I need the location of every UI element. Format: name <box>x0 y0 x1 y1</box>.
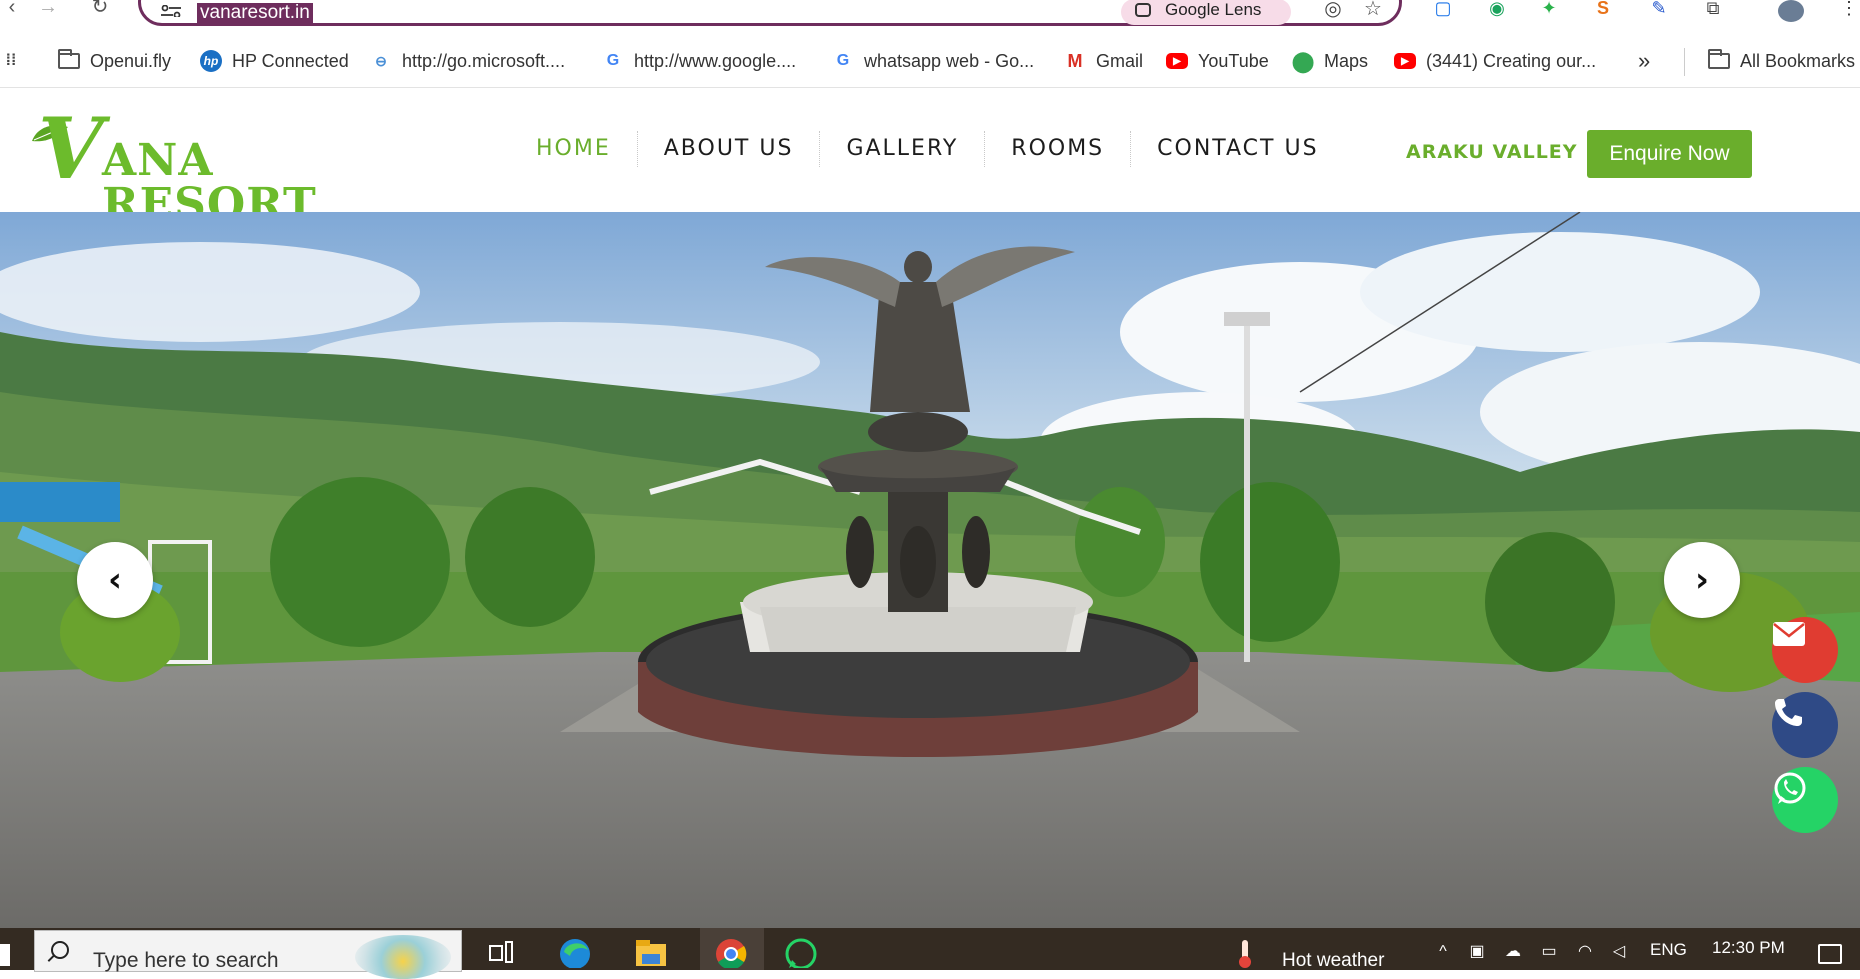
slider-prev-button[interactable]: ‹ <box>77 542 153 618</box>
windows-taskbar: Type here to search Hot weather ^ ▣ ☁ ▭ … <box>0 928 1860 979</box>
bookmark-label: Maps <box>1324 50 1369 71</box>
folder-icon <box>1708 49 1730 72</box>
chevron-up-icon[interactable]: ^ <box>1432 944 1454 962</box>
nav-contact-us[interactable]: CONTACT US <box>1131 131 1344 167</box>
back-icon[interactable]: ‹ <box>0 0 24 24</box>
whatsapp-float-button[interactable] <box>1772 767 1838 833</box>
all-bookmarks-button[interactable]: All Bookmarks <box>1708 48 1855 74</box>
bookmark-label: http://go.microsoft.... <box>402 50 566 71</box>
star-bookmark-icon[interactable]: ☆ <box>1361 0 1385 21</box>
edge-browser-icon[interactable] <box>556 934 594 968</box>
whatsapp-icon <box>1774 772 1806 804</box>
battery-icon[interactable]: ▭ <box>1538 944 1560 962</box>
youtube-icon: ▶ <box>1394 53 1416 69</box>
bookmark-label: Openui.fly <box>90 50 172 71</box>
nav-rooms[interactable]: ROOMS <box>985 131 1130 167</box>
bookmark-creating-our[interactable]: ▶ (3441) Creating our... <box>1394 48 1596 74</box>
extension-leaf-icon[interactable]: ✦ <box>1536 0 1562 22</box>
envelope-icon <box>1773 622 1805 646</box>
chevron-double-right-icon: » <box>1638 48 1651 73</box>
search-icon <box>51 941 69 959</box>
bookmarks-divider <box>1684 48 1685 76</box>
google-icon: G <box>836 52 850 69</box>
bookmark-whatsapp-web[interactable]: G whatsapp web - Go... <box>832 48 1034 74</box>
phone-float-button[interactable] <box>1772 692 1838 758</box>
logo-initial: V <box>38 99 104 198</box>
bookmark-label: http://www.google.... <box>634 50 797 71</box>
nav-home[interactable]: HOME <box>510 131 637 167</box>
volume-icon[interactable]: ◁ <box>1608 944 1630 962</box>
extension-sq-icon[interactable]: S <box>1590 0 1616 22</box>
hero-image <box>0 212 1860 928</box>
lens-icon <box>1135 3 1151 17</box>
profile-avatar-icon[interactable] <box>1778 0 1804 22</box>
email-float-button[interactable] <box>1772 617 1838 683</box>
bookmarks-overflow-button[interactable]: » <box>1638 48 1650 74</box>
bookmark-label: YouTube <box>1198 50 1269 71</box>
bookmark-youtube[interactable]: ▶ YouTube <box>1166 48 1269 74</box>
hp-icon: hp <box>200 50 222 72</box>
chrome-browser-icon[interactable] <box>712 934 750 968</box>
language-indicator[interactable]: ENG <box>1650 940 1687 960</box>
bookmark-hp-connected[interactable]: hp HP Connected <box>200 48 349 74</box>
browser-toolbar: ‹ → ↻ vanaresort.in Google Lens ◎ ☆ ▢ ◉ … <box>0 0 1860 36</box>
extensions-puzzle-icon[interactable]: ⧉ <box>1700 0 1726 22</box>
apps-grid-icon[interactable]: ⁞⁞ <box>0 48 22 74</box>
bookmark-google[interactable]: G http://www.google.... <box>602 48 796 74</box>
bookmark-go-microsoft[interactable]: ⊖ http://go.microsoft.... <box>370 48 565 74</box>
thermometer-weather-icon[interactable] <box>1234 934 1256 968</box>
nav-gallery[interactable]: GALLERY <box>820 131 984 167</box>
search-placeholder: Type here to search <box>93 949 279 972</box>
nav-about-us[interactable]: ABOUT US <box>638 131 820 167</box>
youtube-icon: ▶ <box>1166 53 1188 69</box>
address-bar[interactable]: vanaresort.in Google Lens ◎ ☆ <box>138 0 1402 26</box>
menu-kebab-icon[interactable]: ⋮ <box>1836 0 1860 22</box>
reload-icon[interactable]: ↻ <box>88 0 112 24</box>
microsoft-link-icon: ⊖ <box>375 52 387 69</box>
all-bookmarks-label: All Bookmarks <box>1740 50 1856 71</box>
eye-off-icon[interactable]: ◎ <box>1321 0 1345 21</box>
google-lens-label: Google Lens <box>1165 0 1262 19</box>
extension-cast-icon[interactable]: ▢ <box>1430 0 1456 22</box>
onedrive-cloud-icon[interactable]: ☁ <box>1502 944 1524 962</box>
bookmark-label: HP Connected <box>232 50 349 71</box>
meet-camera-icon[interactable]: ▣ <box>1466 944 1488 962</box>
whatsapp-taskbar-icon[interactable] <box>782 934 820 968</box>
hero-slider: ‹ › <box>0 212 1860 928</box>
bookmark-label: (3441) Creating our... <box>1426 50 1597 71</box>
site-info-icon[interactable] <box>161 5 181 17</box>
slider-next-button[interactable]: › <box>1664 542 1740 618</box>
bookmark-openui[interactable]: Openui.fly <box>58 48 171 74</box>
clock-time[interactable]: 12:30 PM <box>1712 938 1785 958</box>
gmail-icon: M <box>1067 50 1083 71</box>
url-text[interactable]: vanaresort.in <box>197 3 313 23</box>
start-button-icon[interactable] <box>0 944 10 966</box>
phone-icon <box>1775 699 1802 726</box>
google-lens-chip[interactable]: Google Lens <box>1121 0 1291 25</box>
enquire-now-button[interactable]: Enquire Now <box>1587 130 1752 178</box>
weather-label[interactable]: Hot weather <box>1282 950 1384 972</box>
bookmark-label: whatsapp web - Go... <box>864 50 1035 71</box>
google-icon: G <box>606 52 620 69</box>
forward-icon[interactable]: → <box>36 0 60 24</box>
bookmark-maps[interactable]: ⬤ Maps <box>1292 48 1368 74</box>
extension-shield-icon[interactable]: ◉ <box>1484 0 1510 22</box>
search-highlight-image <box>355 935 451 979</box>
bookmark-gmail[interactable]: M Gmail <box>1064 48 1144 74</box>
main-navigation: HOME ABOUT US GALLERY ROOMS CONTACT US <box>510 129 1345 169</box>
file-explorer-icon[interactable] <box>632 934 670 968</box>
bookmarks-bar: ⁞⁞ Openui.fly hp HP Connected ⊖ http://g… <box>0 36 1860 88</box>
extension-pen-icon[interactable]: ✎ <box>1646 0 1672 22</box>
task-view-icon[interactable] <box>482 934 520 968</box>
location-label: ARAKU VALLEY <box>1406 141 1578 163</box>
wifi-icon[interactable]: ◠ <box>1574 944 1596 962</box>
folder-icon <box>58 49 80 72</box>
bookmark-label: Gmail <box>1096 50 1144 71</box>
vana-resort-logo[interactable]: V ANA RESORT <box>30 107 410 227</box>
notifications-icon[interactable] <box>1818 944 1842 964</box>
site-header: V ANA RESORT HOME ABOUT US GALLERY ROOMS… <box>0 89 1860 227</box>
taskbar-search-box[interactable]: Type here to search <box>34 930 462 979</box>
maps-icon: ⬤ <box>1291 50 1315 73</box>
